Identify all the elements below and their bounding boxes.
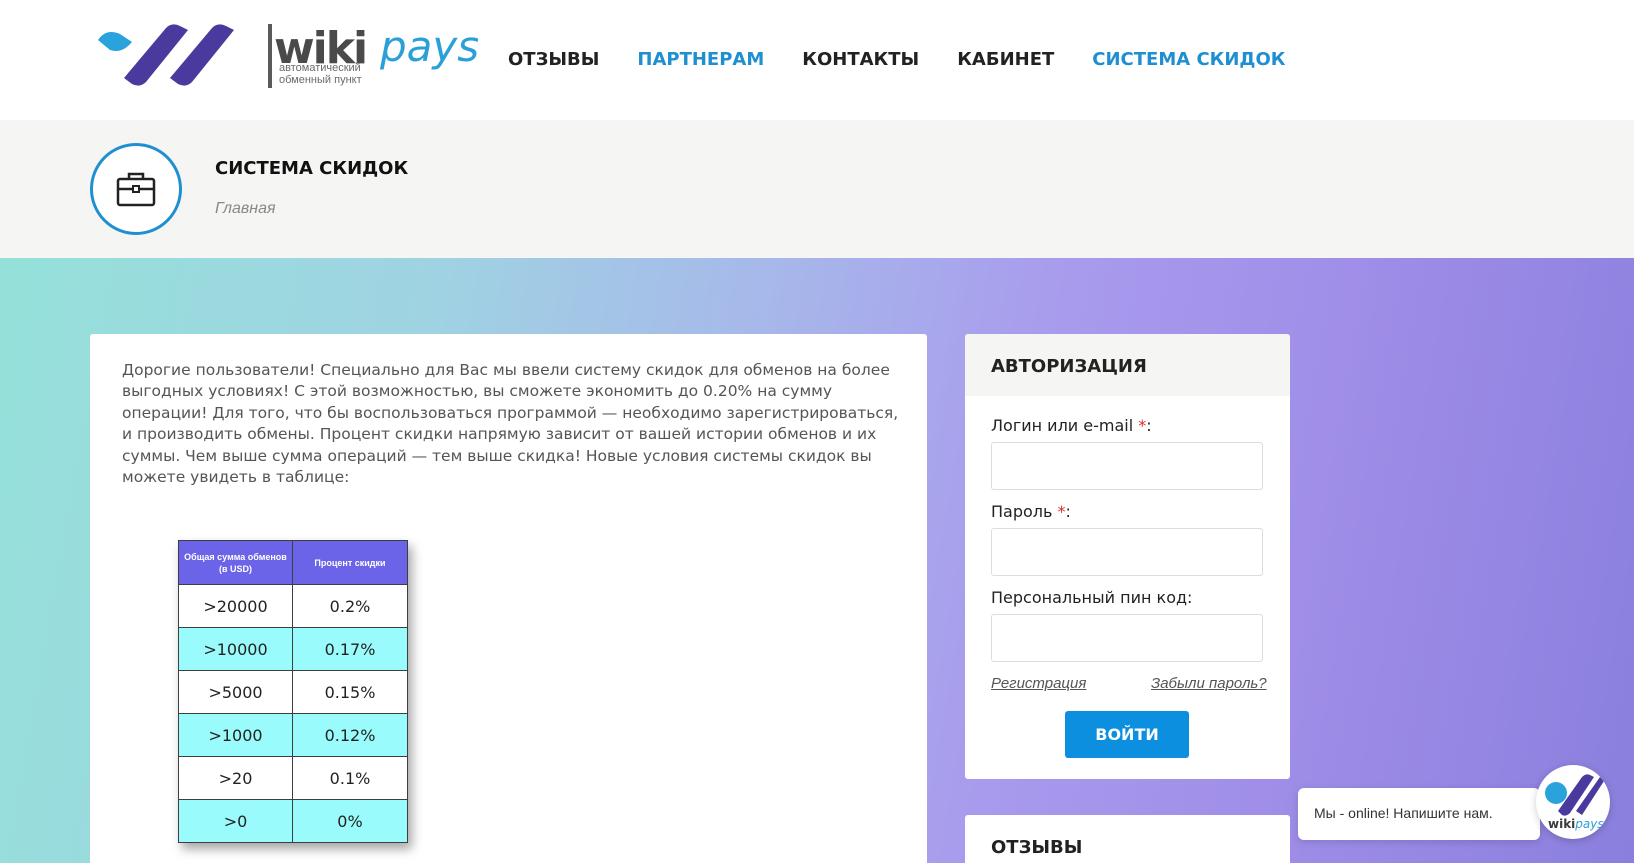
table-row: >5000 0.15% xyxy=(178,670,408,714)
password-label: Пароль *: xyxy=(991,502,1071,521)
logo-mark-icon xyxy=(98,24,234,86)
discount-table: Общая сумма обменов (в USD) Процент скид… xyxy=(178,540,408,843)
auth-header: АВТОРИЗАЦИЯ xyxy=(965,334,1290,396)
table-header-cell: Общая сумма обменов (в USD) xyxy=(178,540,293,585)
chat-logo-icon xyxy=(1545,774,1604,816)
table-cell: >0 xyxy=(178,799,293,843)
logo-divider xyxy=(268,24,272,88)
table-cell: 0.2% xyxy=(292,584,408,628)
password-input[interactable] xyxy=(991,528,1263,576)
label-colon: : xyxy=(1146,416,1152,435)
pin-label: Персональный пин код: xyxy=(991,588,1193,607)
chat-word-wiki: wiki xyxy=(1548,817,1576,831)
table-cell: 0.17% xyxy=(292,627,408,671)
chat-bubble[interactable]: Мы - online! Напишите нам. xyxy=(1298,788,1540,840)
password-label-text: Пароль xyxy=(991,502,1053,521)
chat-message: Мы - online! Напишите нам. xyxy=(1314,805,1493,821)
nav-item-partners[interactable]: ПАРТНЕРАМ xyxy=(637,48,764,72)
login-label-text: Логин или e-mail xyxy=(991,416,1134,435)
table-cell: 0% xyxy=(292,799,408,843)
main-nav: ОТЗЫВЫ ПАРТНЕРАМ КОНТАКТЫ КАБИНЕТ СИСТЕМ… xyxy=(508,48,1323,72)
nav-item-discount-system[interactable]: СИСТЕМА СКИДОК xyxy=(1092,48,1285,72)
breadcrumb: Главная xyxy=(215,200,276,218)
reviews-card: ОТЗЫВЫ xyxy=(965,815,1290,863)
table-cell: >20000 xyxy=(178,584,293,628)
table-row: >0 0% xyxy=(178,799,408,843)
table-row: >20 0.1% xyxy=(178,756,408,800)
page-title: СИСТЕМА СКИДОК xyxy=(215,158,409,179)
nav-item-reviews[interactable]: ОТЗЫВЫ xyxy=(508,48,599,72)
intro-text: Дорогие пользователи! Специально для Вас… xyxy=(122,361,899,487)
logo-subtitle-line2: обменный пункт xyxy=(279,74,362,86)
table-row: >1000 0.12% xyxy=(178,713,408,757)
forgot-password-link[interactable]: Забыли пароль? xyxy=(1151,675,1267,692)
logo-subtitle-line1: автоматический xyxy=(279,62,361,74)
table-cell: >10000 xyxy=(178,627,293,671)
auth-card: АВТОРИЗАЦИЯ Логин или e-mail *: Пароль *… xyxy=(965,334,1290,779)
login-input[interactable] xyxy=(991,442,1263,490)
required-mark: * xyxy=(1057,502,1066,521)
nav-item-contacts[interactable]: КОНТАКТЫ xyxy=(802,48,919,72)
chat-avatar-wordmark: wikipays xyxy=(1548,817,1604,831)
login-label: Логин или e-mail *: xyxy=(991,416,1152,435)
register-link[interactable]: Регистрация xyxy=(991,675,1086,692)
table-header-row: Общая сумма обменов (в USD) Процент скид… xyxy=(178,540,408,585)
reviews-title: ОТЗЫВЫ xyxy=(991,837,1083,858)
table-cell: >20 xyxy=(178,756,293,800)
main-content-card: Дорогие пользователи! Специально для Вас… xyxy=(90,334,927,863)
logo-word-pays: pays xyxy=(380,22,480,71)
breadcrumb-home[interactable]: Главная xyxy=(215,200,276,217)
nav-item-cabinet[interactable]: КАБИНЕТ xyxy=(957,48,1054,72)
table-header-cell: Процент скидки xyxy=(292,540,408,585)
title-icon-circle xyxy=(90,143,182,235)
table-row: >10000 0.17% xyxy=(178,627,408,671)
table-cell: 0.1% xyxy=(292,756,408,800)
page-title-band: СИСТЕМА СКИДОК Главная xyxy=(0,120,1634,258)
table-cell: >5000 xyxy=(178,670,293,714)
table-cell: 0.12% xyxy=(292,713,408,757)
briefcase-icon xyxy=(116,172,156,207)
chat-word-pays: pays xyxy=(1575,817,1604,831)
chat-avatar-button[interactable]: wikipays xyxy=(1536,765,1610,839)
site-logo[interactable]: wiki pays автоматический обменный пункт xyxy=(96,18,486,96)
pin-input[interactable] xyxy=(991,614,1263,662)
label-colon: : xyxy=(1065,502,1071,521)
table-cell: >1000 xyxy=(178,713,293,757)
table-cell: 0.15% xyxy=(292,670,408,714)
login-button[interactable]: ВОЙТИ xyxy=(1065,711,1189,758)
site-header: wiki pays автоматический обменный пункт … xyxy=(0,0,1634,120)
table-row: >20000 0.2% xyxy=(178,584,408,628)
auth-title: АВТОРИЗАЦИЯ xyxy=(991,356,1147,377)
